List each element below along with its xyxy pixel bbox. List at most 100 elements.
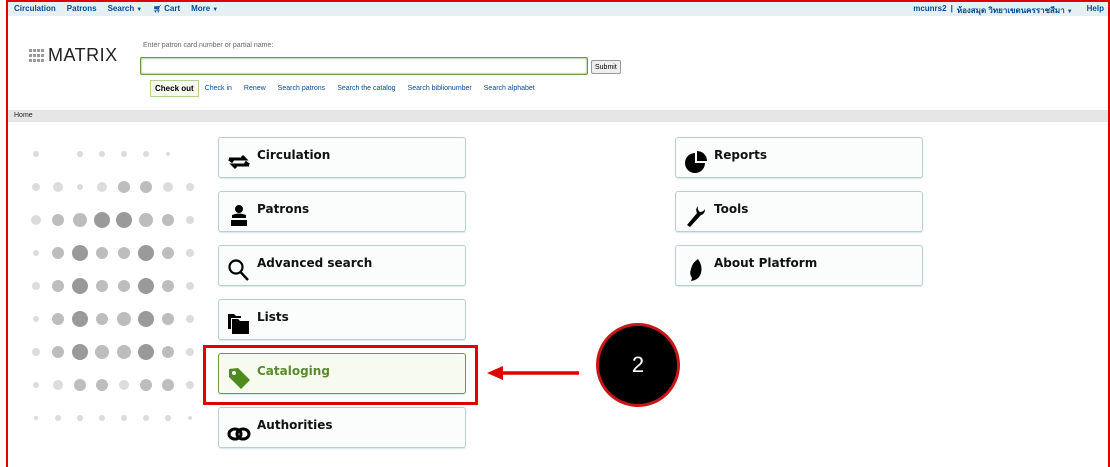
decorative-dot [72, 245, 88, 261]
decorative-dot [186, 183, 194, 191]
help-link[interactable]: Help [1087, 4, 1104, 17]
decorative-dot [52, 313, 64, 325]
search-label: Enter patron card number or partial name… [143, 42, 274, 49]
decorative-dot [99, 151, 105, 157]
decorative-dots [31, 151, 194, 421]
logged-in-user[interactable]: mcunrs2 [913, 4, 946, 17]
wrench-icon [687, 206, 705, 227]
breadcrumb: Home [8, 110, 1108, 122]
decorative-dot [118, 181, 130, 193]
patron-search-input[interactable] [140, 57, 588, 75]
decorative-dot [186, 282, 194, 290]
decorative-dot [96, 379, 108, 391]
annotation-arrow-icon [487, 366, 579, 380]
decorative-dot [117, 312, 131, 326]
step-number-badge: 2 [596, 323, 680, 407]
decorative-dot [32, 348, 40, 356]
decorative-dot [52, 346, 64, 358]
decorative-dot [162, 214, 174, 226]
decorative-dot [138, 245, 154, 261]
library-selector[interactable]: ห้องสมุด วิทยาเขตนครราชสีมา ▼ [957, 4, 1073, 17]
module-advanced-search[interactable]: Advanced search [218, 245, 466, 286]
decorative-dot [118, 247, 130, 259]
decorative-dot [53, 380, 63, 390]
decorative-dot [77, 415, 83, 421]
tab-search-alphabet[interactable]: Search alphabet [484, 85, 535, 92]
decorative-dot [32, 282, 40, 290]
module-authorities[interactable]: Authorities [218, 407, 466, 448]
chevron-down-icon: ▼ [1066, 9, 1073, 15]
module-label: Authorities [257, 418, 333, 432]
nav-circulation[interactable]: Circulation [14, 4, 56, 13]
decorative-dot [32, 183, 40, 191]
magnifier-icon [228, 259, 249, 281]
decorative-dot [33, 250, 39, 256]
decorative-dot [186, 315, 194, 323]
decorative-dot [53, 182, 63, 192]
decorative-dot [119, 380, 129, 390]
decorative-dot [162, 346, 174, 358]
module-reports[interactable]: Reports [675, 137, 923, 178]
nav-search[interactable]: Search ▼ [108, 4, 143, 13]
app-logo[interactable]: MATRIX [29, 45, 118, 66]
tab-search-patrons[interactable]: Search patrons [278, 85, 325, 92]
flame-icon [690, 259, 702, 281]
decorative-dot [138, 344, 154, 360]
submit-button[interactable]: Submit [591, 60, 621, 74]
decorative-dot [186, 381, 194, 389]
decorative-dot [118, 280, 130, 292]
decorative-dot [139, 213, 153, 227]
module-about-platform[interactable]: About Platform [675, 245, 923, 286]
decorative-dot [138, 311, 154, 327]
decorative-dot [140, 181, 152, 193]
module-label: Patrons [257, 202, 310, 216]
decorative-dot [96, 280, 108, 292]
decorative-dot [33, 316, 39, 322]
tab-search-biblionumber[interactable]: Search biblionumber [408, 85, 472, 92]
decorative-dot [162, 280, 174, 292]
chevron-down-icon: ▼ [136, 7, 143, 13]
decorative-dot [143, 151, 149, 157]
module-patrons[interactable]: Patrons [218, 191, 466, 232]
tab-check-in[interactable]: Check in [205, 85, 232, 92]
decorative-dot [162, 313, 174, 325]
tab-renew[interactable]: Renew [244, 85, 266, 92]
decorative-dot [72, 311, 88, 327]
module-label: Advanced search [257, 256, 373, 270]
module-label: Circulation [257, 148, 331, 162]
decorative-dot [95, 345, 109, 359]
cart-icon: 🛒︎ [153, 6, 163, 13]
module-circulation[interactable]: Circulation [218, 137, 466, 178]
decorative-dot [97, 182, 107, 192]
decorative-dot [121, 415, 127, 421]
nav-patrons[interactable]: Patrons [67, 4, 97, 13]
module-tools[interactable]: Tools [675, 191, 923, 232]
decorative-dot [52, 214, 64, 226]
highlight-box [203, 345, 478, 405]
decorative-dot [34, 416, 38, 420]
chevron-down-icon: ▼ [212, 7, 219, 13]
decorative-dot [72, 344, 88, 360]
link-icon [227, 427, 251, 441]
module-label: Lists [257, 310, 289, 324]
tab-search-catalog[interactable]: Search the catalog [337, 85, 395, 92]
logo-text: MATRIX [48, 45, 118, 65]
nav-more[interactable]: More ▼ [191, 4, 218, 13]
module-lists[interactable]: Lists [218, 299, 466, 340]
decorative-dot [73, 213, 87, 227]
decorative-dot [116, 212, 132, 228]
nav-separator: | [950, 4, 953, 13]
decorative-dot [52, 280, 64, 292]
breadcrumb-home[interactable]: Home [14, 112, 33, 119]
patron-icon [231, 205, 247, 226]
decorative-dot [72, 278, 88, 294]
nav-cart[interactable]: 🛒︎ Cart [153, 4, 180, 13]
module-label: About Platform [714, 256, 818, 270]
module-label: Tools [714, 202, 749, 216]
decorative-dot [138, 278, 154, 294]
decorative-dot [186, 216, 194, 224]
tab-check-out[interactable]: Check out [150, 80, 199, 97]
matrix-logo-icon [29, 48, 44, 63]
decorative-dot [94, 212, 110, 228]
pie-chart-icon [685, 151, 707, 173]
